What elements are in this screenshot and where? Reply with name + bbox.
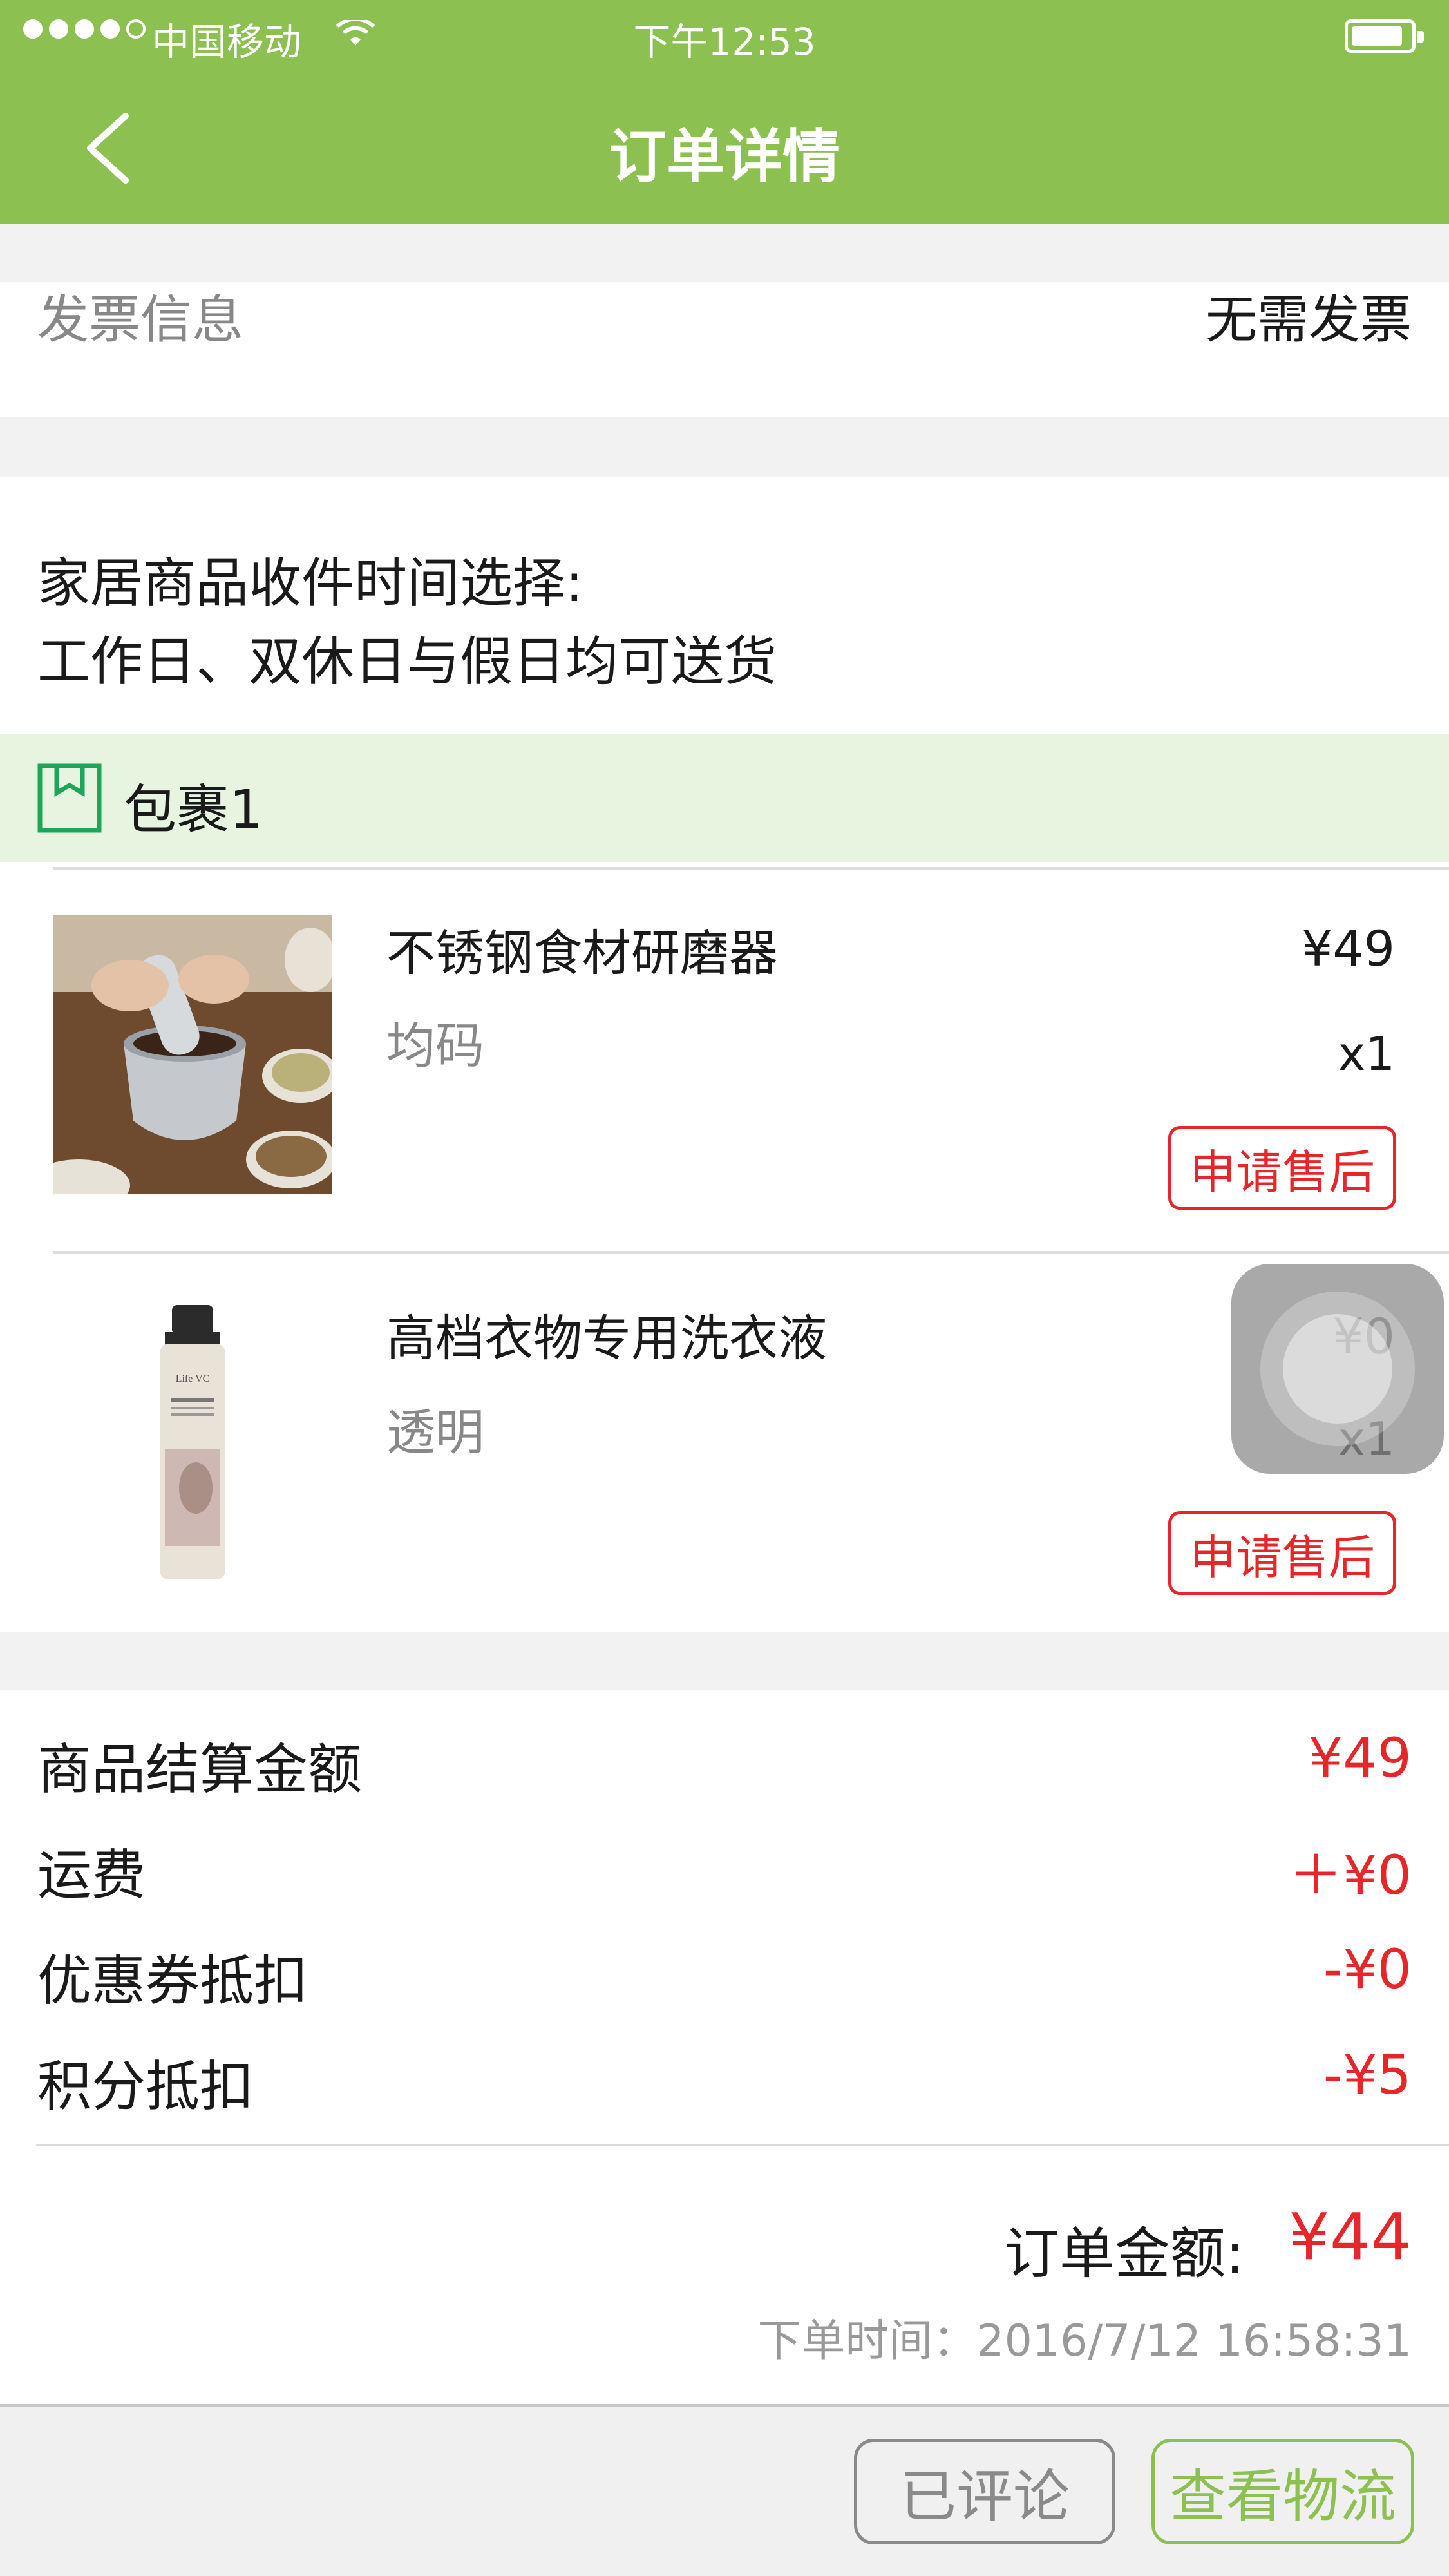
summary-value-subtotal: ¥49 (1308, 1726, 1412, 1789)
divider (53, 867, 1449, 870)
product-name[interactable]: 高档衣物专用洗衣液 (386, 1299, 827, 1369)
summary-label-shipping: 运费 (37, 1844, 146, 1907)
after-sale-button[interactable]: 申请售后 (1168, 1511, 1396, 1595)
divider (36, 2144, 1449, 2146)
summary-label-coupon: 优惠券抵扣 (37, 1949, 308, 2012)
package-label: 包裹1 (124, 779, 263, 841)
summary-value-coupon: -¥0 (1323, 1938, 1412, 2001)
summary-value-shipping: ＋¥0 (1289, 1844, 1412, 1907)
divider (53, 1251, 1449, 1254)
order-total-label: 订单金额: (1004, 2222, 1244, 2286)
after-sale-button[interactable]: 申请售后 (1168, 1126, 1396, 1210)
summary-value-points: -¥5 (1323, 2043, 1412, 2106)
assistive-touch-button[interactable] (1231, 1264, 1444, 1474)
product-spec: 透明 (386, 1404, 484, 1461)
view-logistics-button[interactable]: 查看物流 (1151, 2439, 1414, 2544)
status-bar: 中国移动 下午12:53 (0, 0, 1449, 72)
invoice-value: 无需发票 (1206, 290, 1412, 350)
summary-label-subtotal: 商品结算金额 (37, 1738, 363, 1801)
reviewed-button[interactable]: 已评论 (854, 2439, 1115, 2544)
product-qty: x1 (1338, 1027, 1395, 1081)
product-image-grinder[interactable] (27, 915, 339, 1211)
delivery-detail: 工作日、双休日与假日均可送货 (37, 631, 777, 692)
product-brand-text: Life VC (176, 1373, 210, 1384)
package-icon (37, 763, 102, 833)
delivery-title: 家居商品收件时间选择: (37, 553, 583, 614)
order-time: 下单时间：2016/7/12 16:58:31 (757, 2316, 1412, 2367)
battery-icon (1345, 19, 1424, 53)
status-time: 下午12:53 (633, 20, 816, 64)
page-title: 订单详情 (609, 123, 840, 191)
summary-label-points: 积分抵扣 (37, 2055, 254, 2118)
product-price: ¥49 (1301, 920, 1395, 977)
invoice-label: 发票信息 (37, 290, 243, 350)
order-total-value: ¥44 (1289, 2199, 1412, 2275)
product-spec: 均码 (386, 1017, 484, 1074)
product-image-detergent[interactable]: Life VC (53, 1301, 332, 1581)
product-name[interactable]: 不锈钢食材研磨器 (386, 913, 778, 984)
